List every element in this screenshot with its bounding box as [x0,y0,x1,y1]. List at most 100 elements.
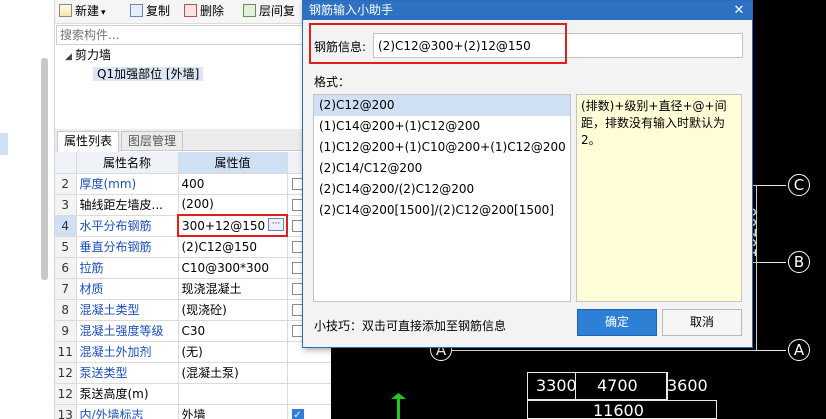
property-name: 拉筋 [76,257,179,279]
property-name: 材质 [76,278,179,300]
property-value[interactable]: (2)C12@150 [178,236,288,258]
more-options-icon[interactable]: ··· [268,218,284,231]
row-number: 8 [55,299,77,321]
copy-button[interactable]: 复制 [130,2,170,21]
axis-bubble-c: C [788,174,810,196]
floor-copy-label: 层间复 [259,4,296,18]
tip-text: 小技巧：双击可直接添加至钢筋信息 [314,319,507,333]
row-number: 12 [55,362,77,384]
collapse-icon[interactable]: ◢ [65,48,75,66]
property-name: 泵送高度(m) [76,383,179,405]
property-name: 混凝土类型 [76,299,179,321]
list-item[interactable]: (2)C12@200 [314,95,570,116]
property-value[interactable]: 现浇混凝土 [178,278,288,300]
tab-property-list[interactable]: 属性列表 [57,131,120,152]
panel-tabs: 属性列表 图层管理 [55,129,331,152]
format-list: (2)C12@200 (1)C14@200+(1)C12@200 (1)C12@… [313,94,571,302]
new-icon [59,4,72,17]
left-selection-mark [0,133,8,155]
property-value[interactable]: (无) [178,341,288,363]
row-number: 4 [55,215,77,237]
dropdown-arrow-icon[interactable]: ▾ [101,8,106,18]
delete-button[interactable]: 删除 [184,2,224,21]
list-item[interactable]: (2)C14@200/(2)C12@200 [314,179,570,200]
list-item[interactable]: (1)C14@200+(1)C12@200 [314,116,570,137]
dim-text-3600: 3600 [667,376,708,395]
property-value[interactable]: (现浇砼) [178,299,288,321]
property-value[interactable]: (200) [178,194,288,216]
property-name: 垂直分布钢筋 [76,236,179,258]
toolbar: 新建 ▾ 复制 删除 层间复 [55,0,331,24]
dim-text-4700: 4700 [597,376,638,395]
table-row[interactable]: 3 轴线距左墙皮... (200) [55,194,332,216]
ok-button[interactable]: 确定 [577,309,657,336]
list-item[interactable]: (2)C14/C12@200 [314,158,570,179]
table-row[interactable]: 12 泵送类型 (混凝土泵) [55,362,332,384]
property-value-editor[interactable]: 300+12@150 ··· [177,214,288,237]
property-name: 混凝土外加剂 [76,341,179,363]
table-row[interactable]: 9 混凝土强度等级 C30 [55,320,332,342]
property-value[interactable]: C30 [178,320,288,342]
row-number: 3 [55,194,77,216]
header-name: 属性名称 [76,152,179,174]
tree-node-q1[interactable]: Q1加强部位 [外墙] [93,65,204,83]
rebar-info-highlight [309,23,567,64]
tab-layer-management[interactable]: 图层管理 [121,131,184,151]
floor-copy-button[interactable]: 层间复 [243,2,295,21]
table-row[interactable]: 11 混凝土外加剂 (无) [55,341,332,363]
copy-label: 复制 [146,4,171,18]
dim-text-11600: 11600 [593,401,644,419]
format-description: (排数)+级别+直径+@+间距，排数没有输入时默认为2。 [576,94,742,302]
table-row[interactable]: 12 泵送高度(m) [55,383,332,405]
copy-icon [130,4,143,17]
row-number: 5 [55,236,77,258]
rebar-input-dialog: 钢筋输入小助手 ✕ 钢筋信息: 格式： (2)C12@200 (1)C14@20… [302,0,753,348]
left-scrollbar[interactable] [41,58,48,280]
cancel-button[interactable]: 取消 [662,309,742,336]
row-number: 2 [55,173,77,195]
checkmark-icon[interactable]: ✓ [291,409,304,419]
table-row[interactable]: 7 材质 现浇混凝土 [55,278,332,300]
tree-node-label: Q1加强部位 [外墙] [93,67,204,81]
property-name: 混凝土强度等级 [76,320,179,342]
table-row[interactable]: 2 厚度(mm) 400 [55,173,332,195]
search-input[interactable] [56,25,330,45]
list-item[interactable]: (1)C12@200+(1)C10@200+(1)C12@200 [314,137,570,158]
property-name: 轴线距左墙皮... [76,194,179,216]
dialog-title: 钢筋输入小助手 [303,1,752,20]
property-value[interactable]: 300+12@150 [182,219,265,233]
header-value: 属性值 [178,152,288,174]
table-header: 属性名称 属性值 附 [55,152,332,174]
table-row[interactable]: 5 垂直分布钢筋 (2)C12@150 [55,236,332,258]
row-number: 9 [55,320,77,342]
floor-copy-icon [243,4,256,17]
new-label: 新建 [75,4,100,18]
property-value[interactable]: 400 [178,173,288,195]
row-number: 6 [55,257,77,279]
property-name: 内/外墙标志 [76,404,179,419]
close-icon[interactable]: ✕ [732,1,746,20]
dim-text-3300: 3300 [536,376,577,395]
format-label: 格式： [314,75,351,89]
property-name: 水平分布钢筋 [76,215,179,237]
axis-bubble-b: B [788,251,810,273]
list-item[interactable]: (2)C14@200[1500]/(2)C12@200[1500] [314,200,570,221]
row-number: 7 [55,278,77,300]
axis-line-a [451,350,786,351]
table-row[interactable]: 4 水平分布钢筋 300+12@150 ··· [55,214,332,237]
property-value[interactable]: 外墙 [178,404,288,419]
delete-label: 删除 [200,4,225,18]
property-value[interactable]: (混凝土泵) [178,362,288,384]
new-button[interactable]: 新建 ▾ [59,2,106,21]
table-row[interactable]: 13 内/外墙标志 外墙 ✓ [55,404,332,419]
table-row[interactable]: 8 混凝土类型 (现浇砼) [55,299,332,321]
property-value[interactable]: C10@300*300 [178,257,288,279]
tree-node-shear-wall[interactable]: ◢ 剪力墙 [65,46,111,64]
property-value[interactable] [178,383,288,405]
row-number: 13 [55,404,77,419]
origin-arrow-icon [391,393,406,399]
component-tree: ◢ 剪力墙 Q1加强部位 [外墙] [55,46,331,120]
table-row[interactable]: 6 拉筋 C10@300*300 [55,257,332,279]
header-num [55,152,77,174]
delete-icon [184,4,197,17]
